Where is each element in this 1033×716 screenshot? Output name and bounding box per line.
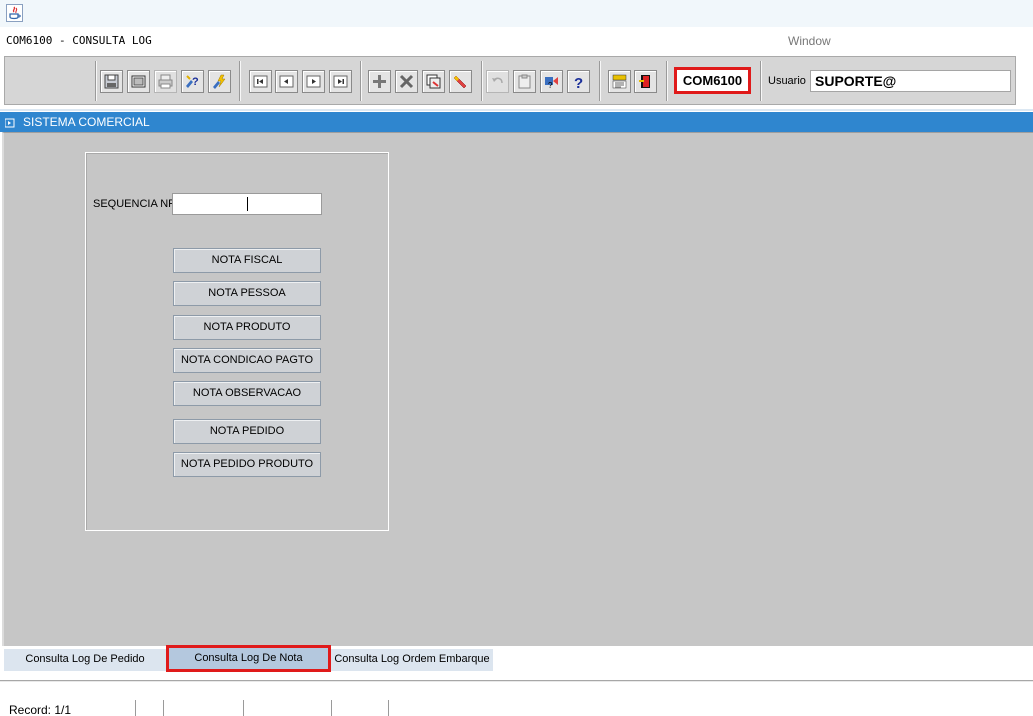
- form-title: COM6100 - CONSULTA LOG: [6, 34, 152, 47]
- previous-record-icon[interactable]: [275, 70, 298, 93]
- window-icon[interactable]: [127, 70, 150, 93]
- nota-condicao-pagto-button[interactable]: NOTA CONDICAO PAGTO: [173, 348, 321, 373]
- status-separator: [135, 700, 136, 716]
- undo-icon[interactable]: [486, 70, 509, 93]
- header-gap: [0, 109, 1033, 111]
- execute-query-icon[interactable]: [208, 70, 231, 93]
- status-separator: [163, 700, 164, 716]
- svg-text:?: ?: [548, 81, 553, 89]
- menu-window[interactable]: Window: [788, 34, 831, 48]
- user-label: Usuario: [768, 75, 806, 87]
- toolbar-separator: [599, 61, 601, 101]
- status-bar: Record: 1/1: [0, 700, 1033, 716]
- app-window: COM6100 - CONSULTA LOG Window ? ? ? COM6…: [0, 0, 1033, 716]
- toolbar-separator: [666, 61, 668, 101]
- tab-consulta-log-nota[interactable]: Consulta Log De Nota: [166, 645, 331, 672]
- title-bar: [0, 0, 1033, 27]
- java-icon: [6, 4, 23, 22]
- query-help-icon[interactable]: ?: [181, 70, 204, 93]
- clear-record-icon[interactable]: [449, 70, 472, 93]
- nota-observacao-button[interactable]: NOTA OBSERVACAO: [173, 381, 321, 406]
- toolbar-separator: [481, 61, 483, 101]
- nota-produto-button[interactable]: NOTA PRODUTO: [173, 315, 321, 340]
- nota-fiscal-button[interactable]: NOTA FISCAL: [173, 248, 321, 273]
- status-separator: [243, 700, 244, 716]
- record-indicator: Record: 1/1: [9, 703, 72, 716]
- toolbar-separator: [760, 61, 762, 101]
- svg-text:?: ?: [192, 76, 199, 88]
- window-control-icon[interactable]: [5, 118, 15, 128]
- toolbar-separator: [95, 61, 97, 101]
- sequencia-nf-label: SEQUENCIA NF: [93, 198, 175, 210]
- clipboard-icon[interactable]: [513, 70, 536, 93]
- status-separator: [388, 700, 389, 716]
- sequencia-nf-input[interactable]: [172, 193, 322, 215]
- help-icon[interactable]: ?: [567, 70, 590, 93]
- next-record-icon[interactable]: [302, 70, 325, 93]
- exit-icon[interactable]: [634, 70, 657, 93]
- text-caret: [247, 197, 248, 211]
- status-separator: [331, 700, 332, 716]
- nota-pedido-button[interactable]: NOTA PEDIDO: [173, 419, 321, 444]
- nota-pedido-produto-button[interactable]: NOTA PEDIDO PRODUTO: [173, 452, 321, 477]
- tab-consulta-log-ordem-embarque[interactable]: Consulta Log Ordem Embarque: [331, 649, 493, 671]
- system-title-bar: SISTEMA COMERCIAL: [0, 112, 1033, 132]
- system-title: SISTEMA COMERCIAL: [23, 115, 150, 129]
- user-field[interactable]: SUPORTE@: [810, 70, 1011, 92]
- list-of-values-icon[interactable]: ?: [540, 70, 563, 93]
- last-record-icon[interactable]: [329, 70, 352, 93]
- form-code-badge: COM6100: [674, 67, 751, 94]
- toolbar-separator: [360, 61, 362, 101]
- menu-bar: COM6100 - CONSULTA LOG Window: [0, 28, 1033, 52]
- insert-record-icon[interactable]: [368, 70, 391, 93]
- tab-consulta-log-pedido[interactable]: Consulta Log De Pedido: [4, 649, 166, 671]
- nota-pessoa-button[interactable]: NOTA PESSOA: [173, 281, 321, 306]
- menu-icon[interactable]: [608, 70, 631, 93]
- svg-text:?: ?: [574, 75, 583, 89]
- first-record-icon[interactable]: [249, 70, 272, 93]
- duplicate-record-icon[interactable]: [422, 70, 445, 93]
- save-icon[interactable]: [100, 70, 123, 93]
- delete-record-icon[interactable]: [395, 70, 418, 93]
- print-icon[interactable]: [154, 70, 177, 93]
- status-divider: [0, 680, 1033, 682]
- toolbar-separator: [239, 61, 241, 101]
